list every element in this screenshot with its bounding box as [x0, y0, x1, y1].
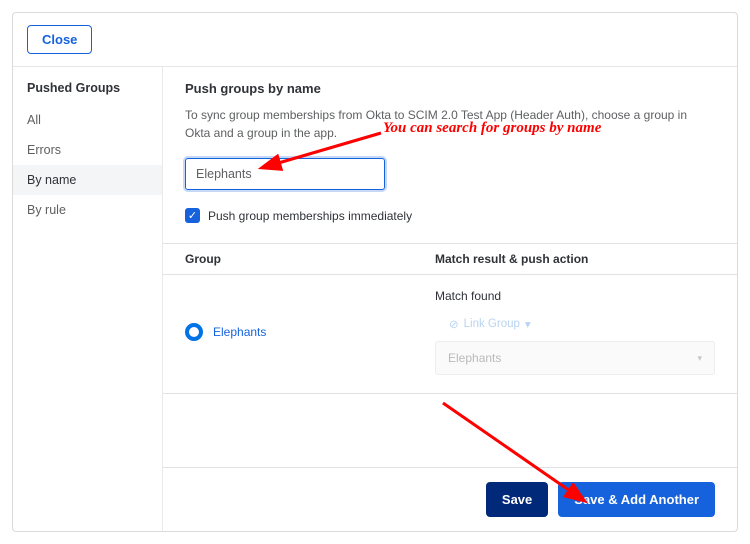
group-name-link[interactable]: Elephants — [213, 325, 266, 339]
section-description: To sync group memberships from Okta to S… — [185, 106, 715, 142]
td-group: Elephants — [163, 285, 413, 379]
link-group-label: Link Group — [464, 318, 520, 330]
main-content: Push groups by name To sync group member… — [163, 67, 737, 227]
save-add-another-button[interactable]: Save & Add Another — [558, 482, 715, 517]
sidebar-item-by-rule[interactable]: By rule — [13, 195, 162, 225]
matched-group-select[interactable]: Elephants ▾ — [435, 341, 715, 375]
sidebar-item-by-name[interactable]: By name — [13, 165, 162, 195]
sidebar-item-errors[interactable]: Errors — [13, 135, 162, 165]
push-immediately-label: Push group memberships immediately — [208, 209, 412, 223]
sidebar-item-all[interactable]: All — [13, 105, 162, 135]
matched-group-select-value: Elephants — [448, 351, 501, 365]
sidebar-title: Pushed Groups — [13, 73, 162, 105]
push-immediately-checkbox[interactable]: ✓ — [185, 208, 200, 223]
match-result-text: Match found — [435, 289, 715, 303]
link-group-action[interactable]: ⊘ Link Group ▾ — [449, 317, 531, 331]
save-button[interactable]: Save — [486, 482, 548, 517]
section-title: Push groups by name — [185, 81, 715, 96]
caret-down-icon: ▾ — [525, 317, 531, 331]
dialog-footer: Save Save & Add Another — [163, 467, 737, 531]
dialog-body: Pushed Groups All Errors By name By rule… — [13, 67, 737, 531]
push-immediately-row: ✓ Push group memberships immediately — [185, 208, 715, 223]
main-area: Push groups by name To sync group member… — [163, 67, 737, 531]
caret-down-icon: ▾ — [697, 353, 702, 364]
close-button[interactable]: Close — [27, 25, 92, 54]
th-group: Group — [163, 244, 413, 274]
dialog-panel: Close Pushed Groups All Errors By name B… — [12, 12, 738, 532]
th-action: Match result & push action — [413, 244, 610, 274]
table-header: Group Match result & push action — [163, 243, 737, 275]
group-icon — [185, 323, 203, 341]
table-row: Elephants Match found ⊘ Link Group ▾ Ele… — [163, 275, 737, 394]
td-action: Match found ⊘ Link Group ▾ Elephants ▾ — [413, 285, 737, 379]
ban-icon: ⊘ — [449, 317, 459, 331]
dialog-header: Close — [13, 13, 737, 67]
group-search-input[interactable] — [185, 158, 385, 190]
sidebar: Pushed Groups All Errors By name By rule — [13, 67, 163, 531]
